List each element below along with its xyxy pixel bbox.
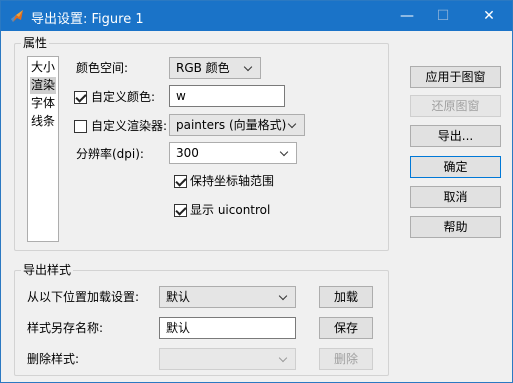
cancel-button[interactable]: 取消 (410, 186, 501, 208)
custom-color-label: 自定义颜色: (91, 90, 156, 104)
export-style-group-title: 导出样式 (21, 263, 74, 277)
export-button[interactable]: 导出... (410, 125, 501, 147)
properties-group-title: 属性 (21, 36, 50, 50)
resolution-label: 分辨率(dpi): (76, 147, 144, 161)
custom-color-input[interactable]: w (169, 85, 285, 107)
ok-button[interactable]: 确定 (410, 156, 501, 178)
maximize-button[interactable]: ☐ (425, 1, 461, 31)
colorspace-label: 颜色空间: (76, 61, 129, 75)
minimize-button[interactable]: — (389, 1, 425, 31)
chevron-down-icon (279, 287, 289, 307)
window-title: 导出设置: Figure 1 (31, 12, 144, 27)
list-item-lines[interactable]: 线条 (30, 113, 56, 130)
title-bar: 导出设置: Figure 1 — ☐ ✕ (1, 1, 512, 31)
custom-renderer-label: 自定义渲染器: (91, 119, 168, 133)
export-settings-window: 导出设置: Figure 1 — ☐ ✕ 属性 大小 渲染 字体 线条 颜色空间… (0, 0, 513, 383)
chevron-down-icon (280, 143, 290, 163)
custom-color-checkbox[interactable] (74, 91, 87, 104)
properties-group: 属性 大小 渲染 字体 线条 颜色空间: RGB 颜色 自定义颜色: w 自定义… (14, 36, 389, 251)
colorspace-value: RGB 颜色 (176, 61, 230, 75)
custom-renderer-checkbox[interactable] (74, 120, 87, 133)
list-item-rendering[interactable]: 渲染 (30, 77, 56, 94)
load-settings-label: 从以下位置加载设置: (27, 290, 140, 304)
colorspace-dropdown[interactable]: RGB 颜色 (169, 57, 261, 79)
keep-axes-limits-label: 保持坐标轴范围 (190, 174, 275, 188)
delete-style-label: 删除样式: (27, 352, 80, 366)
custom-renderer-dropdown[interactable]: painters (向量格式) (169, 114, 305, 136)
delete-button[interactable]: 删除 (319, 348, 373, 370)
list-item-size[interactable]: 大小 (30, 59, 56, 76)
resolution-dropdown[interactable]: 300 (169, 142, 297, 164)
delete-style-dropdown[interactable] (159, 348, 296, 370)
matlab-icon (11, 10, 23, 22)
show-uicontrol-checkbox[interactable] (174, 204, 187, 217)
save-style-name-input[interactable]: 默认 (159, 317, 296, 339)
list-item-fonts[interactable]: 字体 (30, 95, 56, 112)
keep-axes-limits-checkbox[interactable] (174, 175, 187, 188)
chevron-down-icon (288, 115, 298, 135)
load-button[interactable]: 加载 (319, 286, 373, 308)
load-settings-dropdown[interactable]: 默认 (159, 286, 296, 308)
show-uicontrol-label: 显示 uicontrol (190, 203, 271, 217)
property-category-list[interactable]: 大小 渲染 字体 线条 (27, 56, 59, 242)
chevron-down-icon (244, 58, 254, 78)
save-style-label: 样式另存名称: (27, 321, 104, 335)
apply-to-figure-button[interactable]: 应用于图窗 (410, 66, 501, 88)
save-button[interactable]: 保存 (319, 317, 373, 339)
load-settings-value: 默认 (166, 290, 191, 304)
restore-figure-button[interactable]: 还原图窗 (410, 95, 501, 117)
export-style-group: 导出样式 从以下位置加载设置: 默认 加载 样式另存名称: 默认 保存 删除样式… (14, 263, 389, 376)
chevron-down-icon (279, 349, 289, 369)
resolution-value: 300 (176, 146, 199, 160)
help-button[interactable]: 帮助 (410, 216, 501, 238)
custom-renderer-value: painters (向量格式) (176, 118, 287, 132)
close-button[interactable]: ✕ (471, 1, 507, 31)
